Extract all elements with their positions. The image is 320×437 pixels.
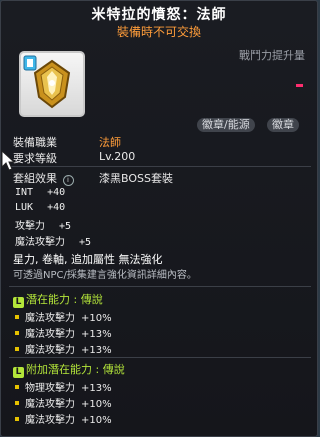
emblem-icon [23, 55, 71, 109]
bullet-icon [15, 385, 19, 389]
stat-attack: 攻擊力 +5 [15, 217, 71, 232]
bullet-icon [15, 331, 19, 335]
divider [9, 357, 311, 358]
additional-potential-title: 附加潛在能力 : 傳說 [26, 363, 125, 376]
stat-luk: LUK +40 [15, 202, 65, 213]
potential-name: 魔法攻擊力 [25, 415, 75, 426]
potential-value: +10% [81, 313, 112, 324]
set-effect-label: 套組效果 i [13, 170, 74, 186]
item-name: 米特拉的憤怒：法師 [91, 7, 227, 23]
divider [9, 166, 311, 167]
potential-value: +13% [81, 383, 112, 394]
stat-name: 魔法攻擊力 [15, 237, 65, 248]
bullet-icon [15, 417, 19, 421]
stat-name: LUK [15, 202, 34, 213]
legendary-badge-icon: L [13, 367, 24, 378]
potential-line: 魔法攻擊力 +13% [15, 341, 112, 356]
badge-button[interactable]: 徽章 [267, 118, 299, 132]
bullet-icon [15, 315, 19, 319]
additional-potential-header: L 附加潛在能力 : 傳說 [13, 361, 125, 378]
level-label: 要求等級 [13, 152, 57, 165]
potential-value: +13% [81, 345, 112, 356]
item-tooltip: 米特拉的憤怒：法師 裝備時不可交換 戰鬥力提升量 徽章/能源 徽章 裝備職業 法… [0, 0, 318, 437]
bullet-icon [15, 347, 19, 351]
additional-potential-line: 魔法攻擊力 +10% [15, 395, 112, 410]
stat-value: +40 [47, 187, 66, 198]
divider [9, 286, 311, 287]
potential-name: 物理攻擊力 [25, 383, 75, 394]
stat-name: 攻擊力 [15, 221, 45, 232]
job-label: 裝備職業 [13, 136, 57, 149]
stat-value: +5 [59, 221, 72, 232]
stat-value: +5 [79, 237, 92, 248]
potential-value: +10% [81, 415, 112, 426]
potential-value: +10% [81, 399, 112, 410]
job-value: 法師 [99, 136, 121, 149]
potential-name: 魔法攻擊力 [25, 345, 75, 356]
potential-name: 魔法攻擊力 [25, 329, 75, 340]
additional-potential-line: 魔法攻擊力 +10% [15, 411, 112, 426]
trade-note: 裝備時不可交換 [116, 25, 201, 39]
stat-value: +40 [47, 202, 66, 213]
potential-header: L 潛在能力 : 傳說 [13, 291, 103, 308]
cursor-icon [1, 150, 16, 171]
set-effect-value: 漆黑BOSS套裝 [99, 172, 173, 185]
potential-title: 潛在能力 : 傳說 [26, 293, 103, 306]
legendary-badge-icon: L [13, 297, 24, 308]
potential-name: 魔法攻擊力 [25, 399, 75, 410]
stat-int: INT +40 [15, 187, 65, 198]
set-info-icon: i [62, 175, 74, 186]
potential-name: 魔法攻擊力 [25, 313, 75, 324]
enhance-note-detail: 可透過NPC/採集建言強化資訊詳細內容。 [13, 270, 197, 281]
stat-magic-attack: 魔法攻擊力 +5 [15, 233, 91, 248]
combat-power-label: 戰鬥力提升量 [239, 49, 305, 62]
potential-value: +13% [81, 329, 112, 340]
set-effect-label-text: 套組效果 [13, 172, 57, 185]
combat-power-indicator [296, 84, 303, 87]
enhance-note: 星力, 卷軸, 追加屬性 無法強化 [13, 253, 163, 266]
additional-potential-line: 物理攻擊力 +13% [15, 379, 112, 394]
level-value: Lv.200 [99, 150, 136, 163]
stat-name: INT [15, 187, 34, 198]
badge-energy-button[interactable]: 徽章/能源 [197, 118, 255, 132]
bullet-icon [15, 401, 19, 405]
potential-line: 魔法攻擊力 +10% [15, 309, 112, 324]
item-icon-frame [19, 51, 85, 117]
potential-line: 魔法攻擊力 +13% [15, 325, 112, 340]
